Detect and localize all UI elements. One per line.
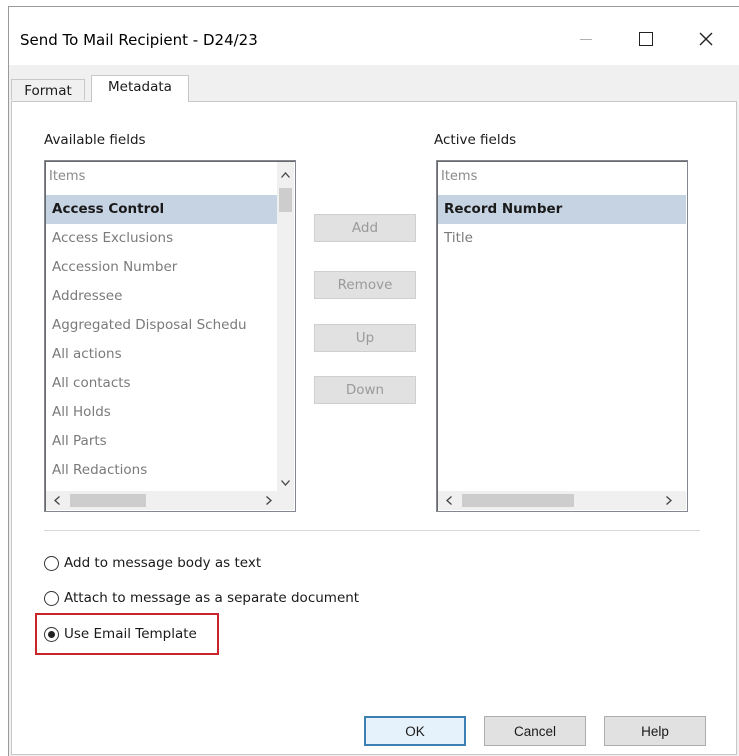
cancel-button[interactable]: Cancel bbox=[484, 716, 586, 746]
active-items: Record Number Title bbox=[438, 195, 686, 253]
dialog-title: Send To Mail Recipient - D24/23 bbox=[20, 31, 258, 49]
horizontal-scrollbar[interactable] bbox=[438, 491, 686, 510]
active-fields-label: Active fields bbox=[434, 132, 517, 148]
send-to-mail-recipient-dialog: Send To Mail Recipient - D24/23 Format M… bbox=[8, 6, 739, 756]
list-item[interactable]: Access Exclusions bbox=[46, 224, 277, 253]
scroll-up-icon[interactable] bbox=[277, 166, 294, 183]
available-items: Access Control Access Exclusions Accession… bbox=[46, 195, 277, 485]
list-item[interactable]: All actions bbox=[46, 340, 277, 369]
help-button[interactable]: Help bbox=[604, 716, 706, 746]
list-item[interactable]: Aggregated Disposal Schedu bbox=[46, 311, 277, 340]
radio-label: Attach to message as a separate document bbox=[64, 590, 360, 606]
list-item[interactable]: All Parts bbox=[46, 427, 277, 456]
radio-circle-icon[interactable] bbox=[44, 555, 59, 571]
list-item[interactable]: Access Control bbox=[46, 195, 277, 224]
list-item[interactable]: Addressee bbox=[46, 282, 277, 311]
down-button[interactable]: Down bbox=[314, 376, 416, 404]
remove-button[interactable]: Remove bbox=[314, 271, 416, 299]
up-button[interactable]: Up bbox=[314, 324, 416, 352]
list-header: Items bbox=[49, 169, 86, 184]
list-item[interactable]: All Redactions bbox=[46, 456, 277, 485]
highlight-box bbox=[35, 613, 219, 655]
available-fields-list[interactable]: Items Access Control Access Exclusions Acc… bbox=[44, 160, 296, 512]
list-item[interactable]: Title bbox=[438, 224, 686, 253]
radio-circle-icon[interactable] bbox=[44, 590, 59, 606]
scroll-right-icon[interactable] bbox=[260, 491, 278, 510]
available-fields-label: Available fields bbox=[44, 132, 146, 148]
vertical-scrollbar[interactable] bbox=[277, 162, 294, 491]
scroll-down-icon[interactable] bbox=[277, 474, 294, 491]
radio-add-to-body[interactable]: Add to message body as text bbox=[44, 555, 261, 571]
scroll-thumb[interactable] bbox=[279, 188, 292, 212]
title-bar: Send To Mail Recipient - D24/23 bbox=[9, 7, 739, 65]
list-item[interactable]: All contacts bbox=[46, 369, 277, 398]
ok-button[interactable]: OK bbox=[364, 716, 466, 746]
scroll-thumb[interactable] bbox=[70, 494, 146, 507]
list-item[interactable]: Record Number bbox=[438, 195, 686, 224]
horizontal-scrollbar[interactable] bbox=[46, 491, 294, 510]
scroll-thumb[interactable] bbox=[462, 494, 574, 507]
tab-format[interactable]: Format bbox=[11, 79, 85, 100]
minimize-icon[interactable] bbox=[563, 21, 609, 57]
list-item[interactable]: All Holds bbox=[46, 398, 277, 427]
active-fields-list[interactable]: Items Record Number Title bbox=[436, 160, 688, 512]
maximize-icon[interactable] bbox=[623, 21, 669, 57]
add-button[interactable]: Add bbox=[314, 214, 416, 242]
scroll-left-icon[interactable] bbox=[48, 491, 66, 510]
scroll-right-icon[interactable] bbox=[660, 491, 678, 510]
separator bbox=[44, 530, 700, 531]
tab-metadata[interactable]: Metadata bbox=[91, 75, 189, 102]
list-item[interactable]: Accession Number bbox=[46, 253, 277, 282]
metadata-panel: Available fields Active fields Items Acc… bbox=[11, 101, 737, 755]
radio-attach-document[interactable]: Attach to message as a separate document bbox=[44, 590, 359, 606]
list-header: Items bbox=[441, 169, 478, 184]
close-icon[interactable] bbox=[683, 21, 729, 57]
scroll-left-icon[interactable] bbox=[440, 491, 458, 510]
radio-label: Add to message body as text bbox=[64, 555, 262, 571]
